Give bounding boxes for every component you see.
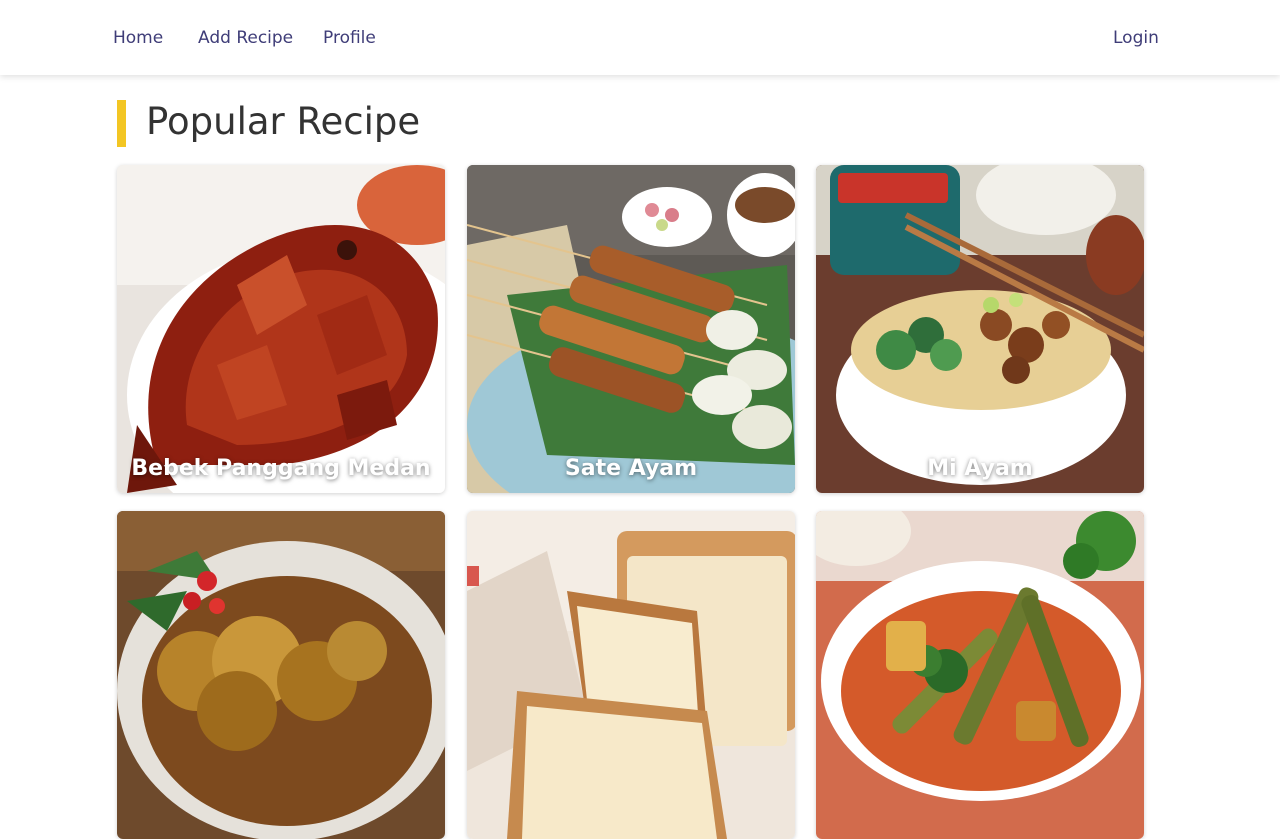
recipe-card-bebek-panggang[interactable]: Bebek Panggang Medan [117,165,445,493]
nav-login-link[interactable]: Login [1113,27,1159,49]
nav-home-link[interactable]: Home [113,27,163,49]
recipe-card-sate-ayam[interactable]: Sate Ayam [467,165,795,493]
nav-add-recipe-link[interactable]: Add Recipe [198,27,293,49]
recipe-card-6[interactable] [816,511,1144,839]
top-navbar: Home Add Recipe Profile Login [0,0,1280,75]
recipe-image-soup [816,511,1144,839]
recipe-image-bread [467,511,795,839]
recipe-title: Mi Ayam [927,456,1033,481]
nav-profile-link[interactable]: Profile [323,27,376,49]
recipe-title: Bebek Panggang Medan [131,456,431,481]
section-accent-bar [117,100,126,147]
recipe-card-5[interactable] [467,511,795,839]
recipe-image-mi-ayam [816,165,1144,493]
recipe-image-sate [467,165,795,493]
recipe-title: Sate Ayam [564,456,698,481]
section-title: Popular Recipe [146,100,421,143]
recipe-card-mi-ayam[interactable]: Mi Ayam [816,165,1144,493]
recipe-image-duck [117,165,445,493]
recipe-image-curry [117,511,445,839]
recipe-card-4[interactable] [117,511,445,839]
